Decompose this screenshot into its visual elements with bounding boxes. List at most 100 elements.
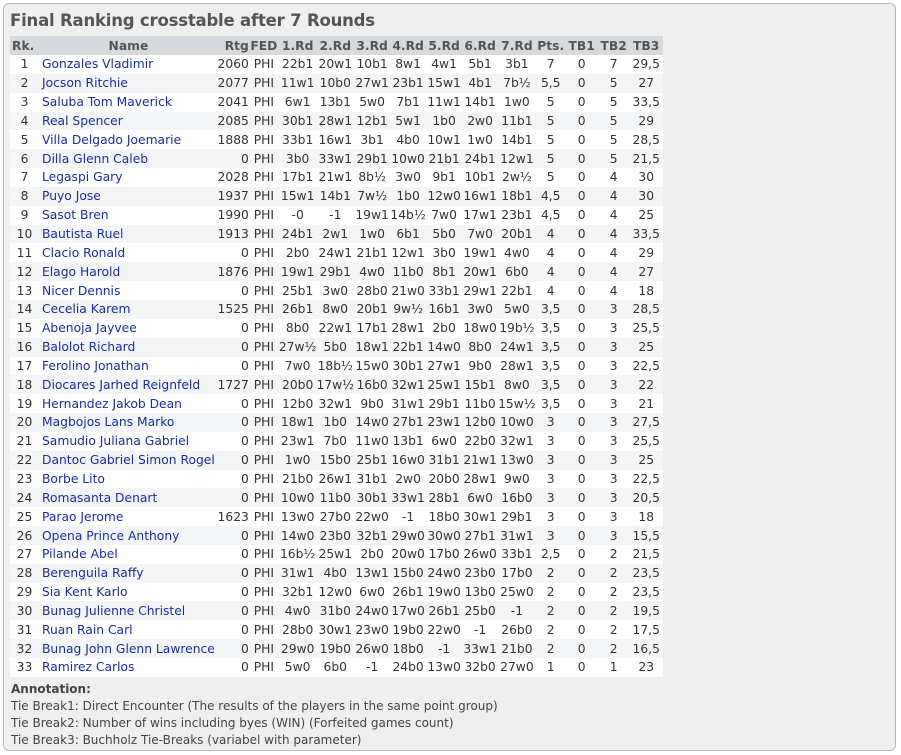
- col-round2-header: 2.Rd: [316, 36, 355, 55]
- round3-cell: 29b1: [354, 149, 391, 169]
- table-row: 14 Cecelia Karem 1525 PHI 26b1 8w0 20b1 9w½ 16b1…: [10, 299, 663, 319]
- round5-cell: 26b1: [426, 601, 463, 621]
- player-name-link[interactable]: Balolot Richard: [42, 340, 135, 354]
- tb1-cell: 0: [565, 55, 598, 74]
- tb3-cell: 18: [629, 507, 663, 527]
- rating-cell: 0: [214, 394, 249, 414]
- rank-cell: 10: [10, 224, 39, 244]
- player-name-link[interactable]: Villa Delgado Joemarie: [42, 133, 181, 147]
- round5-cell: 18b0: [426, 507, 463, 527]
- player-name-link[interactable]: Parao Jerome: [42, 510, 123, 524]
- table-row: 33 Ramirez Carlos 0 PHI 5w0 6b0 -1 24b0 13w0 32b0…: [10, 658, 663, 677]
- tb1-cell: 0: [565, 601, 598, 621]
- player-name-link[interactable]: Ruan Rain Carl: [42, 623, 133, 637]
- player-name-link[interactable]: Elago Harold: [42, 265, 120, 279]
- tb1-cell: 0: [565, 168, 598, 187]
- rank-cell: 31: [10, 620, 39, 640]
- player-name-link[interactable]: Jocson Ritchie: [42, 76, 128, 90]
- tb1-cell: 0: [565, 582, 598, 602]
- rating-cell: 1623: [214, 507, 249, 527]
- header-row: Rk. Name Rtg FED 1.Rd 2.Rd 3.Rd 4.Rd 5.R…: [10, 36, 663, 55]
- round3-cell: 20b1: [354, 299, 391, 319]
- table-row: 7 Legaspi Gary 2028 PHI 17b1 21w1 8b½ 3w0 9b1 10b…: [10, 168, 663, 187]
- tb3-cell: 27,5: [629, 413, 663, 432]
- player-name-cell: Bunag Julienne Christel: [39, 601, 215, 621]
- player-name-link[interactable]: Hernandez Jakob Dean: [42, 397, 182, 411]
- player-name-link[interactable]: Diocares Jarhed Reignfeld: [42, 378, 200, 392]
- player-name-link[interactable]: Romasanta Denart: [42, 491, 157, 505]
- round7-cell: 27w0: [498, 658, 536, 677]
- round6-cell: 2w0: [462, 111, 499, 131]
- player-name-cell: Borbe Lito: [39, 469, 215, 489]
- round4-cell: 22b1: [390, 337, 427, 357]
- table-row: 26 Opena Prince Anthony 0 PHI 14w0 23b0 32b1 29…: [10, 526, 663, 545]
- rating-cell: 0: [214, 601, 249, 621]
- round2-cell: 27b0: [316, 507, 355, 527]
- player-name-link[interactable]: Legaspi Gary: [42, 170, 122, 184]
- round1-cell: 6w1: [278, 92, 317, 112]
- rank-cell: 18: [10, 375, 39, 395]
- tb2-cell: 2: [597, 544, 630, 564]
- tb2-cell: 4: [597, 281, 630, 300]
- player-name-link[interactable]: Berenguila Raffy: [42, 566, 144, 580]
- player-name-link[interactable]: Sasot Bren: [42, 208, 109, 222]
- tb1-cell: 0: [565, 243, 598, 263]
- player-name-link[interactable]: Abenoja Jayvee: [42, 321, 137, 335]
- rank-cell: 28: [10, 563, 39, 583]
- round3-cell: 26w0: [354, 639, 391, 658]
- player-name-cell: Bautista Ruel: [39, 224, 215, 244]
- player-name-link[interactable]: Bunag Julienne Christel: [42, 604, 185, 618]
- player-name-link[interactable]: Dantoc Gabriel Simon Rogel: [42, 453, 215, 467]
- round2-cell: 22w1: [316, 318, 355, 338]
- player-name-link[interactable]: Real Spencer: [42, 114, 123, 128]
- rank-cell: 15: [10, 318, 39, 338]
- tb2-cell: 2: [597, 601, 630, 621]
- player-name-link[interactable]: Pilande Abel: [42, 547, 118, 561]
- player-name-link[interactable]: Dilla Glenn Caleb: [42, 152, 148, 166]
- round2-cell: 4b0: [316, 563, 355, 583]
- rank-cell: 17: [10, 356, 39, 376]
- federation-cell: PHI: [248, 299, 279, 319]
- rating-cell: 0: [214, 337, 249, 357]
- round3-cell: 30b1: [354, 488, 391, 508]
- round5-cell: 13w0: [426, 658, 463, 677]
- round4-cell: 31w1: [390, 394, 427, 414]
- player-name-link[interactable]: Magbojos Lans Marko: [42, 415, 174, 429]
- rank-cell: 1: [10, 55, 39, 74]
- rating-cell: 1990: [214, 205, 249, 225]
- round3-cell: 2b0: [354, 544, 391, 564]
- round6-cell: 33w1: [462, 639, 499, 658]
- player-name-link[interactable]: Opena Prince Anthony: [42, 529, 179, 543]
- player-name-link[interactable]: Bunag John Glenn Lawrence: [42, 642, 215, 656]
- round3-cell: 23w0: [354, 620, 391, 640]
- round5-cell: 1b0: [426, 111, 463, 131]
- player-name-link[interactable]: Saluba Tom Maverick: [42, 95, 172, 109]
- player-name-link[interactable]: Samudio Juliana Gabriel: [42, 434, 189, 448]
- player-name-link[interactable]: Puyo Jose: [42, 189, 101, 203]
- round1-cell: 24b1: [278, 224, 317, 244]
- round3-cell: 11w0: [354, 431, 391, 451]
- player-name-link[interactable]: Nicer Dennis: [42, 284, 120, 298]
- round2-cell: 3w0: [316, 281, 355, 300]
- player-name-link[interactable]: Sia Kent Karlo: [42, 585, 128, 599]
- player-name-link[interactable]: Borbe Lito: [42, 472, 105, 486]
- player-name-link[interactable]: Ferolino Jonathan: [42, 359, 149, 373]
- player-name-link[interactable]: Cecelia Karem: [42, 302, 130, 316]
- round7-cell: 2w½: [498, 168, 536, 187]
- federation-cell: PHI: [248, 526, 279, 545]
- round2-cell: 32w1: [316, 394, 355, 414]
- player-name-link[interactable]: Bautista Ruel: [42, 227, 123, 241]
- round3-cell: 24w0: [354, 601, 391, 621]
- player-name-link[interactable]: Clacio Ronald: [42, 246, 125, 260]
- points-cell: 1: [535, 658, 566, 677]
- federation-cell: PHI: [248, 394, 279, 414]
- round5-cell: 27w1: [426, 356, 463, 376]
- round3-cell: 25b1: [354, 450, 391, 470]
- player-name-link[interactable]: Ramirez Carlos: [42, 660, 134, 674]
- col-tb3-header: TB3: [629, 36, 663, 55]
- tb2-cell: 2: [597, 582, 630, 602]
- round7-cell: 5w0: [498, 299, 536, 319]
- round6-cell: 22b0: [462, 431, 499, 451]
- player-name-link[interactable]: Gonzales Vladimir: [42, 57, 153, 71]
- round5-cell: 24w0: [426, 563, 463, 583]
